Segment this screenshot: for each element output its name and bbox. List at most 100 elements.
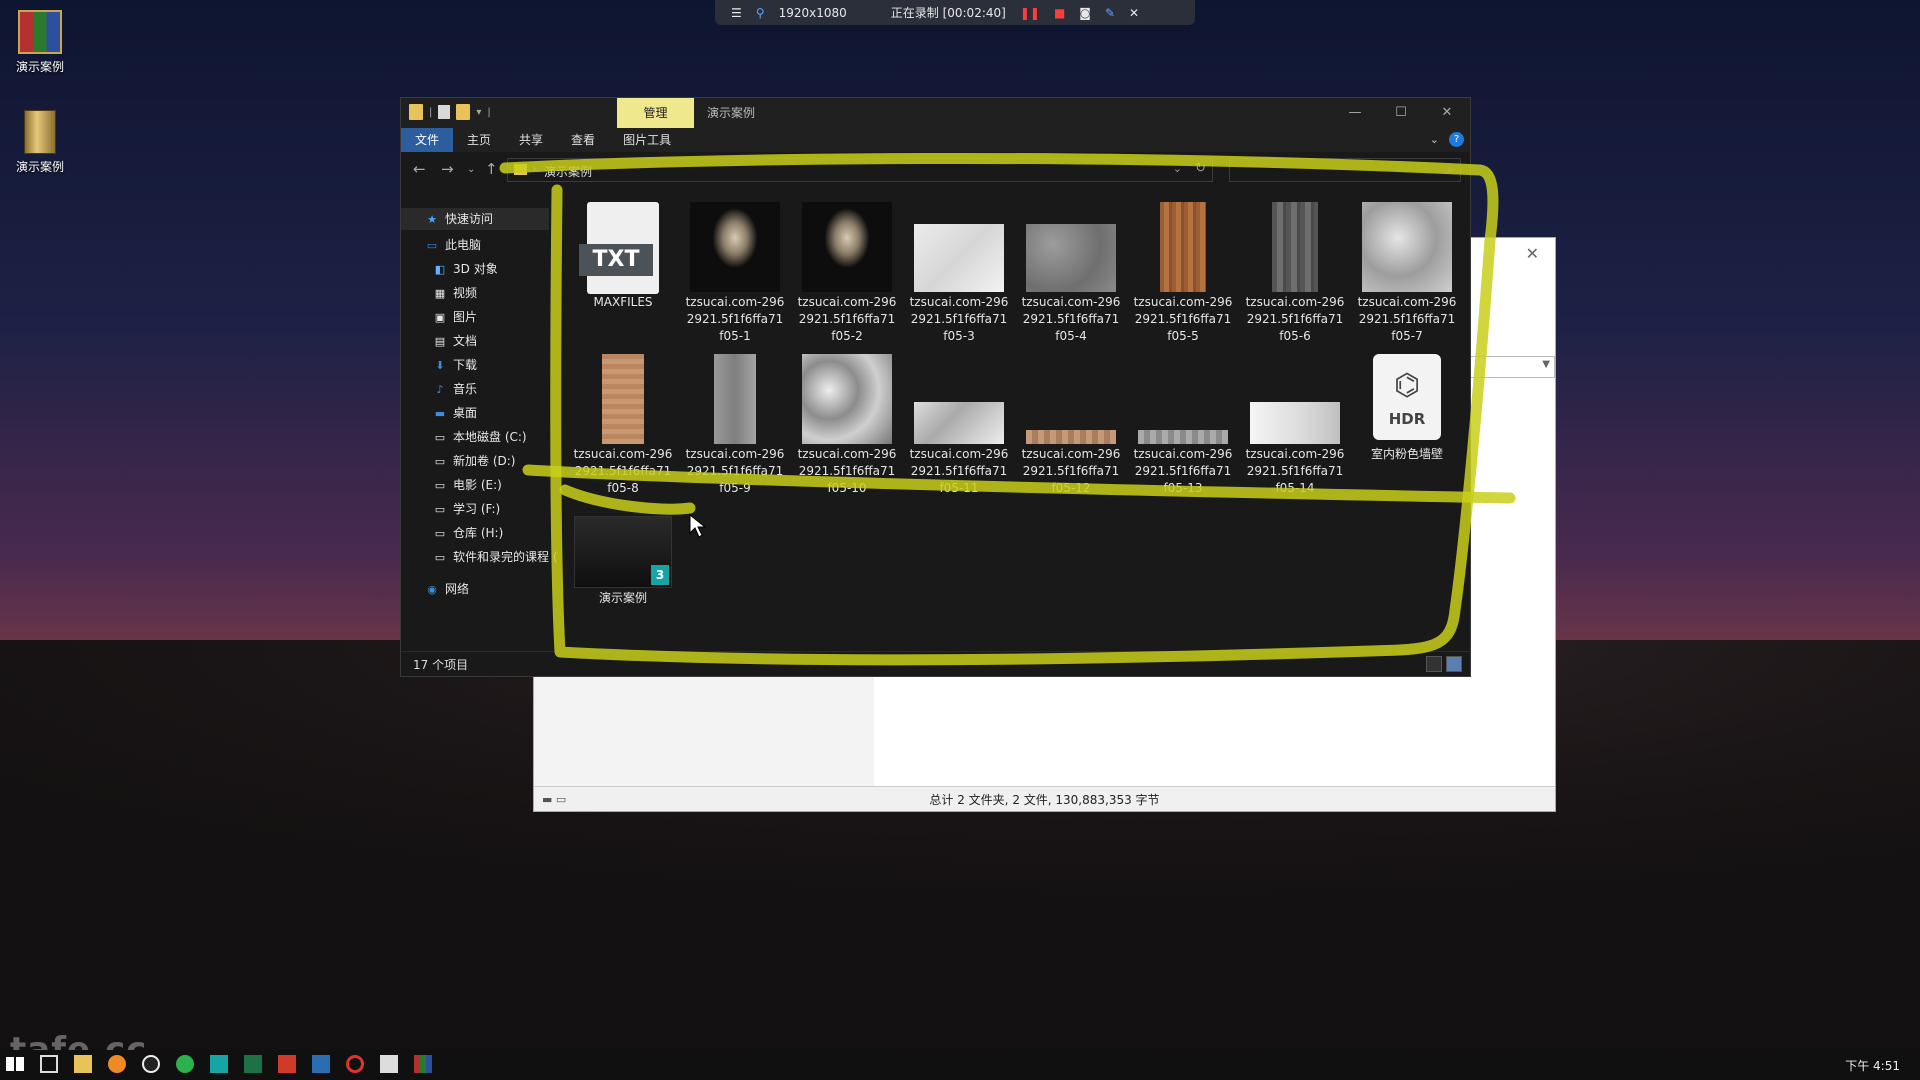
file-item[interactable]: tzsucai.com-2962921.5f1f6ffa71f05-1: [685, 202, 785, 345]
sidebar-item-this-pc[interactable]: ▭ 此电脑: [401, 234, 481, 256]
chevron-down-icon[interactable]: ⌄: [1430, 133, 1439, 146]
file-item[interactable]: tzsucai.com-2962921.5f1f6ffa71f05-13: [1133, 354, 1233, 497]
image-thumbnail: [802, 354, 892, 444]
file-item[interactable]: tzsucai.com-2962921.5f1f6ffa71f05-7: [1357, 202, 1457, 345]
drive-icon: ▭: [434, 551, 446, 564]
file-item[interactable]: tzsucai.com-2962921.5f1f6ffa71f05-3: [909, 202, 1009, 345]
pin-icon[interactable]: ⚲: [756, 6, 765, 20]
status-bar: ▬ ▭ 总计 2 文件夹, 2 文件, 130,883,353 字节: [534, 786, 1555, 811]
forward-arrow-icon[interactable]: →: [441, 160, 454, 178]
sidebar-item-quick-access[interactable]: ★ 快速访问: [401, 208, 549, 230]
sidebar-item-music[interactable]: ♪ 音乐: [401, 378, 477, 400]
file-item[interactable]: tzsucai.com-2962921.5f1f6ffa71f05-5: [1133, 202, 1233, 345]
search-input[interactable]: ⌕: [1229, 158, 1461, 182]
record-icon[interactable]: [346, 1055, 364, 1073]
menu-icon[interactable]: ☰: [731, 6, 742, 20]
sidebar-item-drive-h[interactable]: ▭ 仓库 (H:): [401, 522, 503, 544]
desktop-icon-rar[interactable]: 演示案例: [0, 10, 80, 75]
dropdown-box[interactable]: ▼: [1465, 356, 1555, 378]
pause-icon[interactable]: ❚❚: [1020, 6, 1040, 20]
file-item[interactable]: tzsucai.com-2962921.5f1f6ffa71f05-9: [685, 354, 785, 497]
tab-home[interactable]: 主页: [453, 128, 505, 152]
up-arrow-icon[interactable]: ↑: [485, 160, 498, 178]
maximize-button[interactable]: ☐: [1378, 98, 1424, 128]
drive-icon: ▭: [434, 527, 446, 540]
file-item[interactable]: tzsucai.com-2962921.5f1f6ffa71f05-6: [1245, 202, 1345, 345]
tab-share[interactable]: 共享: [505, 128, 557, 152]
sidebar-item-drive-e[interactable]: ▭ 电影 (E:): [401, 474, 502, 496]
camera-icon[interactable]: ◙: [1079, 6, 1091, 20]
file-name: tzsucai.com-2962921.5f1f6ffa71f05-7: [1357, 295, 1457, 343]
new-folder-icon[interactable]: [456, 104, 471, 120]
details-view-icon[interactable]: [1426, 656, 1442, 672]
windows-start-icon[interactable]: [6, 1057, 24, 1071]
properties-icon[interactable]: [438, 105, 451, 119]
file-item[interactable]: TXT MAXFILES: [573, 202, 673, 311]
close-button[interactable]: ✕: [1424, 98, 1470, 128]
sidebar-item-drive-courses[interactable]: ▭ 软件和录完的课程 (: [401, 546, 558, 568]
stop-icon[interactable]: ■: [1054, 6, 1065, 20]
file-item[interactable]: tzsucai.com-2962921.5f1f6ffa71f05-8: [573, 354, 673, 497]
sidebar-item-network[interactable]: ◉ 网络: [401, 578, 469, 600]
title-bar[interactable]: | ▾ | 管理 演示案例 — ☐ ✕: [401, 98, 1470, 128]
tab-picture-tools[interactable]: 图片工具: [609, 128, 685, 152]
notepad-icon[interactable]: [380, 1055, 398, 1073]
image-thumbnail: [1250, 402, 1340, 444]
qq-icon[interactable]: [142, 1055, 160, 1073]
xmind-icon[interactable]: [278, 1055, 296, 1073]
firefox-icon[interactable]: [108, 1055, 126, 1073]
file-item[interactable]: tzsucai.com-2962921.5f1f6ffa71f05-12: [1021, 354, 1121, 497]
tab-manage[interactable]: 管理: [617, 98, 694, 128]
refresh-icon[interactable]: ↻: [1195, 161, 1206, 176]
3dsmax-icon[interactable]: [210, 1055, 228, 1073]
image-thumbnail: [914, 402, 1004, 444]
sidebar-item-desktop[interactable]: ▬ 桌面: [401, 402, 477, 424]
recorder-status: 正在录制 [00:02:40]: [890, 6, 1006, 20]
file-explorer-icon[interactable]: [74, 1055, 92, 1073]
winrar-icon[interactable]: [414, 1055, 432, 1073]
recent-chevron-icon[interactable]: ⌄: [467, 164, 475, 175]
file-item[interactable]: 3 演示案例: [573, 506, 673, 607]
sidebar-item-drive-c[interactable]: ▭ 本地磁盘 (C:): [401, 426, 527, 448]
winrar-archive-icon: [18, 10, 62, 54]
wechat-icon[interactable]: [176, 1055, 194, 1073]
sidebar-item-drive-d[interactable]: ▭ 新加卷 (D:): [401, 450, 516, 472]
photoshop-icon[interactable]: [312, 1055, 330, 1073]
sidebar-item-3d-objects[interactable]: ◧ 3D 对象: [401, 258, 498, 280]
back-arrow-icon[interactable]: ←: [413, 160, 426, 178]
sidebar-item-downloads[interactable]: ⬇ 下载: [401, 354, 477, 376]
window-title: 演示案例: [707, 106, 756, 120]
max-scene-thumbnail: 3: [574, 516, 672, 588]
tab-file[interactable]: 文件: [401, 128, 454, 152]
folder-icon: [409, 104, 423, 120]
excel-icon[interactable]: [244, 1055, 262, 1073]
task-view-icon[interactable]: [40, 1055, 58, 1073]
star-icon: ★: [427, 213, 437, 226]
desktop-icon-zip[interactable]: 演示案例: [0, 110, 80, 175]
large-icons-view-icon[interactable]: [1446, 656, 1462, 672]
tab-view[interactable]: 查看: [557, 128, 609, 152]
chevron-down-icon[interactable]: ▾: [476, 107, 481, 118]
address-bar[interactable]: › 演示案例 ⌄ ↻: [507, 158, 1213, 182]
chevron-down-icon[interactable]: ⌄: [1173, 162, 1182, 175]
help-icon[interactable]: ?: [1449, 132, 1464, 147]
file-item[interactable]: ⌬ HDR 室内粉色墙壁: [1357, 354, 1457, 463]
file-item[interactable]: tzsucai.com-2962921.5f1f6ffa71f05-11: [909, 354, 1009, 497]
close-icon[interactable]: ✕: [1129, 6, 1139, 20]
pen-icon[interactable]: ✎: [1105, 6, 1115, 20]
screen-recorder-bar: ☰ ⚲ 1920x1080 正在录制 [00:02:40] ❚❚ ■ ◙ ✎ ✕: [715, 0, 1195, 25]
sidebar-item-drive-f[interactable]: ▭ 学习 (F:): [401, 498, 500, 520]
sidebar-item-documents[interactable]: ▤ 文档: [401, 330, 477, 352]
file-item[interactable]: tzsucai.com-2962921.5f1f6ffa71f05-4: [1021, 202, 1121, 345]
file-name: tzsucai.com-2962921.5f1f6ffa71f05-9: [685, 447, 785, 495]
minimize-button[interactable]: —: [1332, 98, 1378, 128]
file-name: tzsucai.com-2962921.5f1f6ffa71f05-13: [1133, 447, 1233, 495]
file-item[interactable]: tzsucai.com-2962921.5f1f6ffa71f05-2: [797, 202, 897, 345]
system-clock[interactable]: 下午 4:51: [1845, 1057, 1900, 1074]
chevron-right-icon[interactable]: ›: [532, 162, 536, 175]
close-icon[interactable]: ✕: [1526, 244, 1539, 263]
file-item[interactable]: tzsucai.com-2962921.5f1f6ffa71f05-10: [797, 354, 897, 497]
sidebar-item-pictures[interactable]: ▣ 图片: [401, 306, 477, 328]
file-item[interactable]: tzsucai.com-2962921.5f1f6ffa71f05-14: [1245, 354, 1345, 497]
sidebar-item-videos[interactable]: ▦ 视频: [401, 282, 477, 304]
